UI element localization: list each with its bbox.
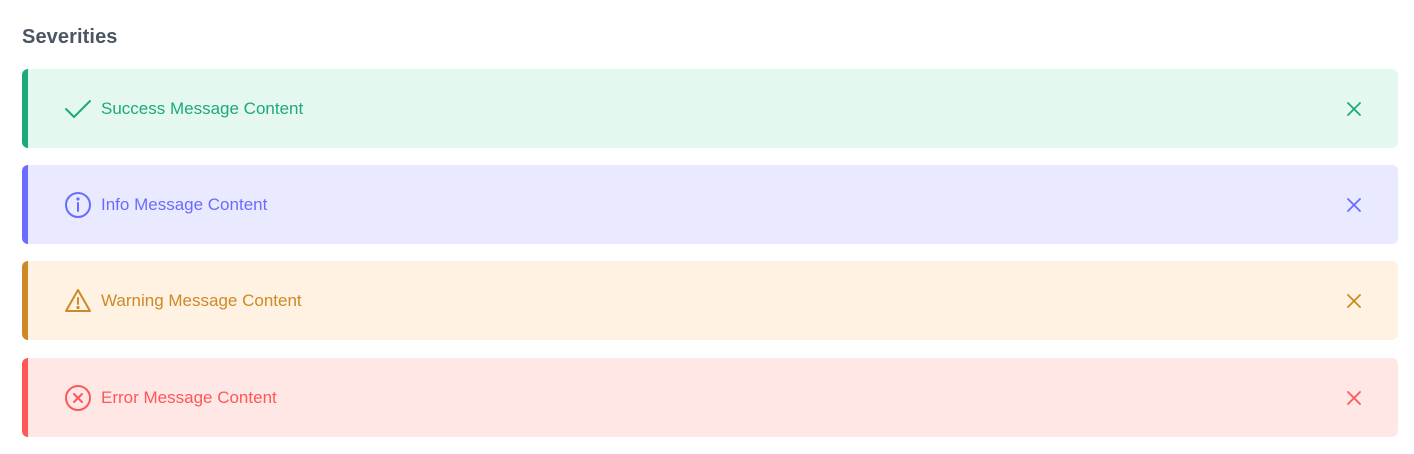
error-close-button[interactable]	[1340, 384, 1368, 412]
success-message-text: Success Message Content	[101, 98, 304, 118]
close-icon	[1347, 390, 1361, 405]
warning-message: Warning Message Content	[22, 261, 1398, 340]
success-close-button[interactable]	[1340, 95, 1368, 123]
check-icon	[64, 95, 92, 123]
info-message-text: Info Message Content	[101, 194, 268, 214]
info-close-button[interactable]	[1340, 191, 1368, 219]
close-icon	[1347, 293, 1361, 308]
info-circle-icon	[64, 191, 92, 219]
section-title: Severities	[22, 26, 118, 48]
times-circle-icon	[64, 384, 92, 412]
error-message: Error Message Content	[22, 358, 1398, 437]
close-icon	[1347, 197, 1361, 212]
warning-triangle-icon	[64, 287, 92, 315]
warning-close-button[interactable]	[1340, 287, 1368, 315]
success-message: Success Message Content	[22, 69, 1398, 148]
close-icon	[1347, 101, 1361, 116]
error-message-text: Error Message Content	[101, 387, 277, 407]
warning-message-text: Warning Message Content	[101, 290, 302, 310]
info-message: Info Message Content	[22, 165, 1398, 244]
